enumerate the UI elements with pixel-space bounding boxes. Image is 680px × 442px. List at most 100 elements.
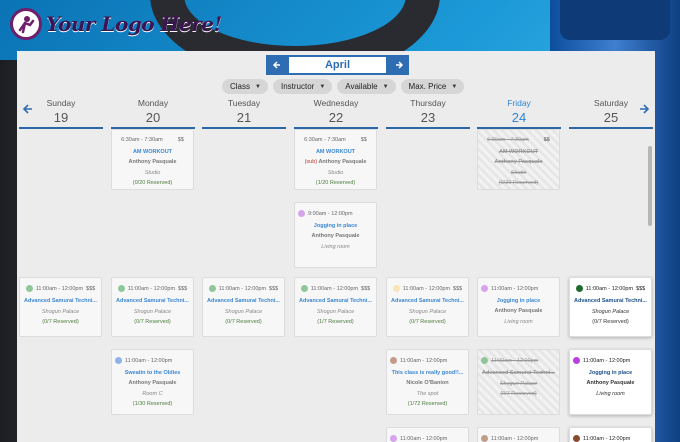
- event-location: Shogun Palace: [224, 309, 263, 315]
- event-time-row: 6:30am - 7:30am $$: [295, 137, 376, 143]
- filter-bar: Class ▼ Instructor ▼ Available ▼ Max. Price…: [222, 79, 465, 94]
- prev-month-button[interactable]: [266, 55, 287, 75]
- event-time-row: 11:00am - 12:00pm $$$: [20, 285, 101, 292]
- event-card[interactable]: 11:00am - 12:00pm: [569, 427, 652, 442]
- logo-person-icon: [10, 8, 42, 40]
- next-month-button[interactable]: [388, 55, 409, 75]
- event-card[interactable]: 11:00am - 12:00pm: [386, 427, 469, 442]
- filter-available[interactable]: Available ▼: [337, 79, 396, 94]
- day-number: 20: [145, 110, 161, 125]
- event-card-cancelled[interactable]: 6:30am - 7:30am $$ AM WORKOUT Anthony Pas…: [477, 129, 560, 190]
- event-card[interactable]: 11:00am - 12:00pm $$$ Advanced Samurai Te…: [111, 277, 194, 337]
- event-card[interactable]: 11:00am - 12:00pm $$$ Advanced Samurai Te…: [386, 277, 469, 337]
- day-header-monday: Monday 20: [111, 98, 195, 129]
- filter-label: Instructor: [280, 82, 315, 91]
- arrow-right-icon: [395, 61, 403, 69]
- day-header-saturday: Saturday 25: [569, 98, 653, 129]
- event-reserved: (1/7 Reserved): [317, 319, 354, 325]
- event-time: 11:00am - 12:00pm: [583, 357, 631, 364]
- color-dot: [25, 285, 33, 292]
- event-card[interactable]: 11:00am - 12:00pm $$$ Advanced Samurai Te…: [19, 277, 102, 337]
- logo-text: Your Logo Here!: [46, 12, 222, 36]
- event-card[interactable]: 6:30am - 7:30am $$ AM WORKOUT Anthony Pas…: [111, 129, 194, 190]
- event-title: Advanced Samurai Techni...: [207, 298, 280, 304]
- day-number: 21: [236, 110, 252, 125]
- color-dot: [573, 357, 580, 364]
- event-time: 6:30am - 7:30am: [304, 137, 346, 143]
- event-instructor: Anthony Pasquale: [494, 308, 543, 314]
- event-time-row: 11:00am - 12:00pm: [387, 357, 468, 364]
- day-name: Saturday: [593, 98, 629, 108]
- event-time: 11:00am - 12:00pm: [400, 435, 448, 442]
- event-title: AM WORKOUT: [498, 149, 539, 155]
- event-instructor-row: (sub) Anthony Pasquale: [295, 159, 376, 165]
- event-title: Advanced Samurai Techni...: [299, 298, 372, 304]
- event-card-cancelled[interactable]: 11:00am - 12:00pm Advanced Samurai Techn…: [477, 349, 560, 415]
- day-name: Thursday: [410, 98, 446, 108]
- event-card[interactable]: 6:30am - 7:30am $$ AM WORKOUT (sub) Antho…: [294, 129, 377, 190]
- event-reserved: (0/20 Reserved): [498, 180, 539, 186]
- event-location: Shogun Palace: [316, 309, 355, 315]
- logo[interactable]: Your Logo Here!: [10, 8, 222, 40]
- event-time: 11:00am - 12:00pm: [583, 435, 631, 442]
- event-title: Advanced Samurai Techni...: [482, 370, 555, 376]
- event-location: Room C: [142, 391, 163, 397]
- event-time: 11:00am - 12:00pm: [35, 285, 84, 292]
- event-title: AM WORKOUT: [132, 149, 173, 155]
- filter-max-price[interactable]: Max. Price ▼: [400, 79, 465, 94]
- event-time-row: 9:00am - 12:00pm: [295, 210, 376, 217]
- scrollbar-thumb[interactable]: [648, 146, 652, 226]
- day-header-thursday: Thursday 23: [386, 98, 470, 129]
- color-dot: [575, 285, 583, 292]
- caret-down-icon: ▼: [451, 83, 458, 90]
- event-time-row: 11:00am - 12:00pm: [478, 435, 559, 442]
- color-dot: [392, 285, 400, 292]
- filter-class[interactable]: Class ▼: [222, 79, 268, 94]
- event-card[interactable]: 11:00am - 12:00pm $$$ Advanced Samurai Te…: [569, 277, 652, 337]
- caret-down-icon: ▼: [382, 83, 389, 90]
- event-title: Sweatin to the Oldies: [124, 370, 181, 376]
- event-card[interactable]: 11:00am - 12:00pm: [477, 427, 560, 442]
- event-location: Shogun Palace: [408, 309, 447, 315]
- event-time-row: 6:30am - 7:30am $$: [112, 137, 193, 143]
- filter-instructor[interactable]: Instructor ▼: [272, 79, 333, 94]
- day-number: 23: [420, 110, 436, 125]
- event-price: $$$: [178, 285, 188, 292]
- event-card[interactable]: 11:00am - 12:00pm $$$ Advanced Samurai Te…: [294, 277, 377, 337]
- day-name: Tuesday: [227, 98, 261, 108]
- event-instructor: Anthony Pasquale: [128, 159, 177, 165]
- event-card[interactable]: 11:00am - 12:00pm Sweatin to the Oldies …: [111, 349, 194, 415]
- event-card[interactable]: 11:00am - 12:00pm This class is really g…: [386, 349, 469, 415]
- filter-label: Max. Price: [408, 82, 447, 91]
- event-location: The spot: [416, 391, 439, 397]
- substitute-tag: (sub): [304, 159, 318, 165]
- filter-label: Available: [345, 82, 378, 91]
- event-card[interactable]: 11:00am - 12:00pm Jogging in place Antho…: [477, 277, 560, 337]
- event-title: This class is really good!!...: [391, 370, 464, 376]
- event-card[interactable]: 11:00am - 12:00pm Jogging in place Antho…: [569, 349, 652, 415]
- event-time: 11:00am - 12:00pm: [402, 285, 451, 292]
- event-time-row: 11:00am - 12:00pm: [570, 435, 651, 442]
- event-instructor: Nicole O'Banion: [406, 380, 449, 386]
- event-time-row: 11:00am - 12:00pm $$$: [295, 285, 376, 292]
- day-header-sunday: Sunday 19: [19, 98, 103, 129]
- event-reserved: (0/7 Reserved): [42, 319, 79, 325]
- event-card[interactable]: 11:00am - 12:00pm $$$ Advanced Samurai Te…: [202, 277, 285, 337]
- day-number: 22: [328, 110, 344, 125]
- event-title: Jogging in place: [588, 370, 633, 376]
- day-name: Sunday: [46, 98, 76, 108]
- event-title: Advanced Samurai Techni...: [391, 298, 464, 304]
- day-header-friday: Friday 24: [477, 98, 561, 129]
- event-reserved: (1/72 Reserved): [407, 401, 448, 407]
- event-location: Shogun Palace: [499, 381, 538, 387]
- event-time-row: 11:00am - 12:00pm $$$: [112, 285, 193, 292]
- month-name: April: [287, 55, 388, 75]
- event-card[interactable]: 9:00am - 12:00pm Jogging in place Anthon…: [294, 202, 377, 268]
- color-dot: [117, 285, 125, 292]
- event-title: Jogging in place: [313, 223, 358, 229]
- day-name: Wednesday: [313, 98, 359, 108]
- event-location: Studio: [327, 170, 344, 176]
- scrollbar[interactable]: [648, 51, 653, 442]
- week-header: Sunday 19 Monday 20 Tuesday 21 Wednesday…: [17, 98, 655, 129]
- event-location: Living room: [596, 391, 625, 397]
